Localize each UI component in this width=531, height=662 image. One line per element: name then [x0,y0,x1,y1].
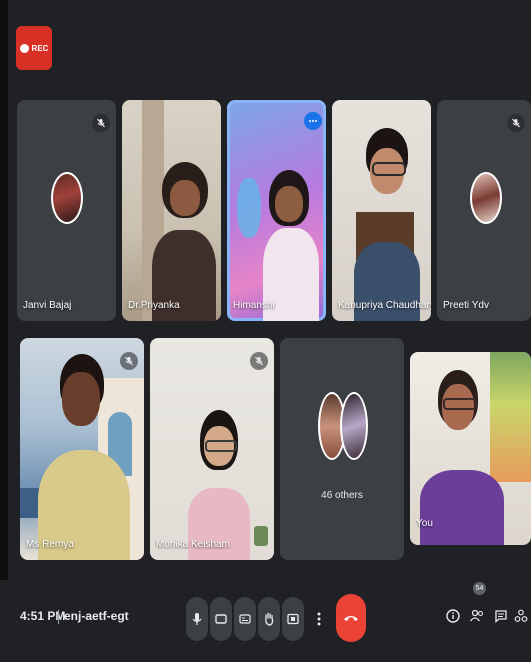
record-dot-icon [19,43,29,53]
people-count-badge: 54 [473,582,486,595]
participant-name: Preeti Ydv [443,300,489,311]
meeting-code: enj-aetf-egt [64,609,129,623]
meeting-details-button[interactable] [442,604,464,628]
camera-icon [215,614,227,624]
participant-tile[interactable]: Ms Remya [20,338,144,560]
more-options-button[interactable] [308,597,330,641]
participant-face [62,372,100,426]
bottom-toolbar: 4:51 PM enj-aetf-egt 54 [0,580,531,662]
glasses-icon [205,440,237,452]
leave-call-button[interactable] [336,594,366,642]
captions-button[interactable] [234,597,256,641]
participant-tile[interactable]: Janvi Bajaj [17,100,116,321]
avatar [51,172,83,224]
recording-label: REC [31,43,49,53]
mic-off-icon [120,352,138,370]
chat-icon [495,610,507,623]
participant-face [170,180,200,216]
participant-tile[interactable]: Dr.Priyanka [122,100,221,321]
window-edge [0,0,8,662]
raise-hand-icon [265,612,274,626]
background-painting [490,352,531,482]
participant-tile-active[interactable]: Himanshi [227,100,326,321]
avatar [340,392,368,460]
meet-window: REC Janvi Bajaj Dr.Priyanka Himanshi Kan… [0,0,531,662]
speaking-indicator-icon [304,112,322,130]
mic-off-icon [92,114,110,132]
participant-name: You [416,518,433,529]
divider [58,610,59,624]
camera-button[interactable] [210,597,232,641]
glasses-icon [372,162,406,176]
participant-tile[interactable]: Monika Keisham [150,338,274,560]
raise-hand-button[interactable] [258,597,280,641]
more-options-icon [317,612,321,626]
participant-name: Janvi Bajaj [23,300,72,311]
background-plant [254,526,268,546]
mic-icon [192,613,202,625]
others-count: 46 others [321,490,363,501]
participant-name: Himanshi [233,300,275,311]
participant-tile[interactable]: Kanupriya Chaudhary [332,100,431,321]
info-icon [446,609,460,623]
participant-face [275,186,303,222]
people-button[interactable] [466,604,488,628]
mic-button[interactable] [186,597,208,641]
present-button[interactable] [282,597,304,641]
mic-off-icon [507,114,525,132]
present-icon [287,613,299,625]
participant-tile[interactable]: Preeti Ydv [437,100,531,321]
avatar [470,172,502,224]
activities-icon [514,609,528,622]
end-call-icon [344,616,358,621]
people-icon [469,609,484,622]
recording-indicator: REC [16,26,52,70]
self-view-tile[interactable]: You [410,352,531,545]
others-tile[interactable]: 46 others [280,338,404,560]
participant-name: Dr.Priyanka [128,300,180,311]
participant-body [420,470,504,545]
chat-button[interactable] [490,604,512,628]
activities-button[interactable] [512,604,530,628]
captions-icon [239,614,251,624]
background-decoration [237,178,261,238]
mic-off-icon [250,352,268,370]
participant-name: Monika Keisham [156,539,230,550]
glasses-icon [443,398,477,410]
participant-name: Ms Remya [26,539,74,550]
participant-name: Kanupriya Chaudhary [338,300,431,311]
